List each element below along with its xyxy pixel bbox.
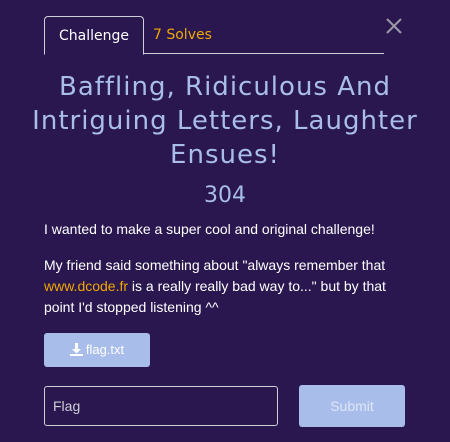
challenge-title: Baffling, Ridiculous And Intriguing Lett… xyxy=(32,72,418,170)
dcode-link[interactable]: www.dcode.fr xyxy=(44,278,128,294)
tab-challenge[interactable]: Challenge xyxy=(44,16,144,55)
submit-button[interactable]: Submit xyxy=(299,385,405,427)
download-icon xyxy=(69,343,83,356)
file-label: flag.txt xyxy=(85,342,125,357)
tab-solves[interactable]: 7 Solves xyxy=(139,16,226,54)
close-icon[interactable] xyxy=(384,16,404,36)
challenge-description: My friend said something about "always r… xyxy=(44,255,414,318)
challenge-points: 304 xyxy=(204,183,246,208)
challenge-modal: Challenge 7 Solves Baffling, Ridiculous … xyxy=(0,0,450,442)
flag-input[interactable] xyxy=(44,386,278,426)
description-text-pre: My friend said something about "always r… xyxy=(44,257,386,273)
download-file-button[interactable]: flag.txt xyxy=(44,333,150,367)
challenge-description-line1: I wanted to make a super cool and origin… xyxy=(44,221,375,237)
challenge-tabs: Challenge 7 Solves xyxy=(44,16,384,55)
